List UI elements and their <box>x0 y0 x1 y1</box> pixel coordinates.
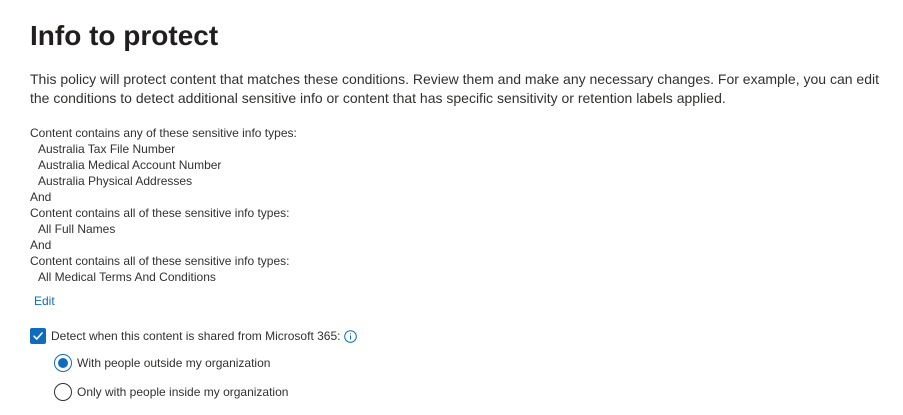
radio-label: With people outside my organization <box>77 356 271 370</box>
condition-line: Content contains all of these sensitive … <box>30 254 290 268</box>
radio-button-selected[interactable] <box>54 354 72 372</box>
detect-shared-label: Detect when this content is shared from … <box>51 329 341 343</box>
detect-shared-checkbox[interactable] <box>30 328 46 344</box>
condition-line: Australia Tax File Number <box>38 142 176 156</box>
condition-line: And <box>30 238 52 252</box>
radio-button[interactable] <box>54 383 72 401</box>
condition-line: Australia Medical Account Number <box>38 158 222 172</box>
radio-inside-organization[interactable]: Only with people inside my organization <box>54 382 288 402</box>
detect-shared-checkbox-row[interactable]: Detect when this content is shared from … <box>30 326 358 346</box>
condition-line: Australia Physical Addresses <box>38 174 193 188</box>
condition-line: Content contains any of these sensitive … <box>30 126 297 140</box>
condition-line: Content contains all of these sensitive … <box>30 206 290 220</box>
info-icon[interactable] <box>344 329 358 343</box>
page-title: Info to protect <box>30 20 219 51</box>
condition-line: And <box>30 190 52 204</box>
page-description: This policy will protect content that ma… <box>30 71 879 106</box>
condition-line: All Medical Terms And Conditions <box>38 270 216 284</box>
condition-line: All Full Names <box>38 222 116 236</box>
checkmark-icon <box>33 332 43 340</box>
radio-label: Only with people inside my organization <box>77 385 289 399</box>
conditions-summary: Content contains any of these sensitive … <box>30 125 297 285</box>
radio-outside-organization[interactable]: With people outside my organization <box>54 353 270 373</box>
edit-conditions-link[interactable]: Edit <box>34 293 55 309</box>
